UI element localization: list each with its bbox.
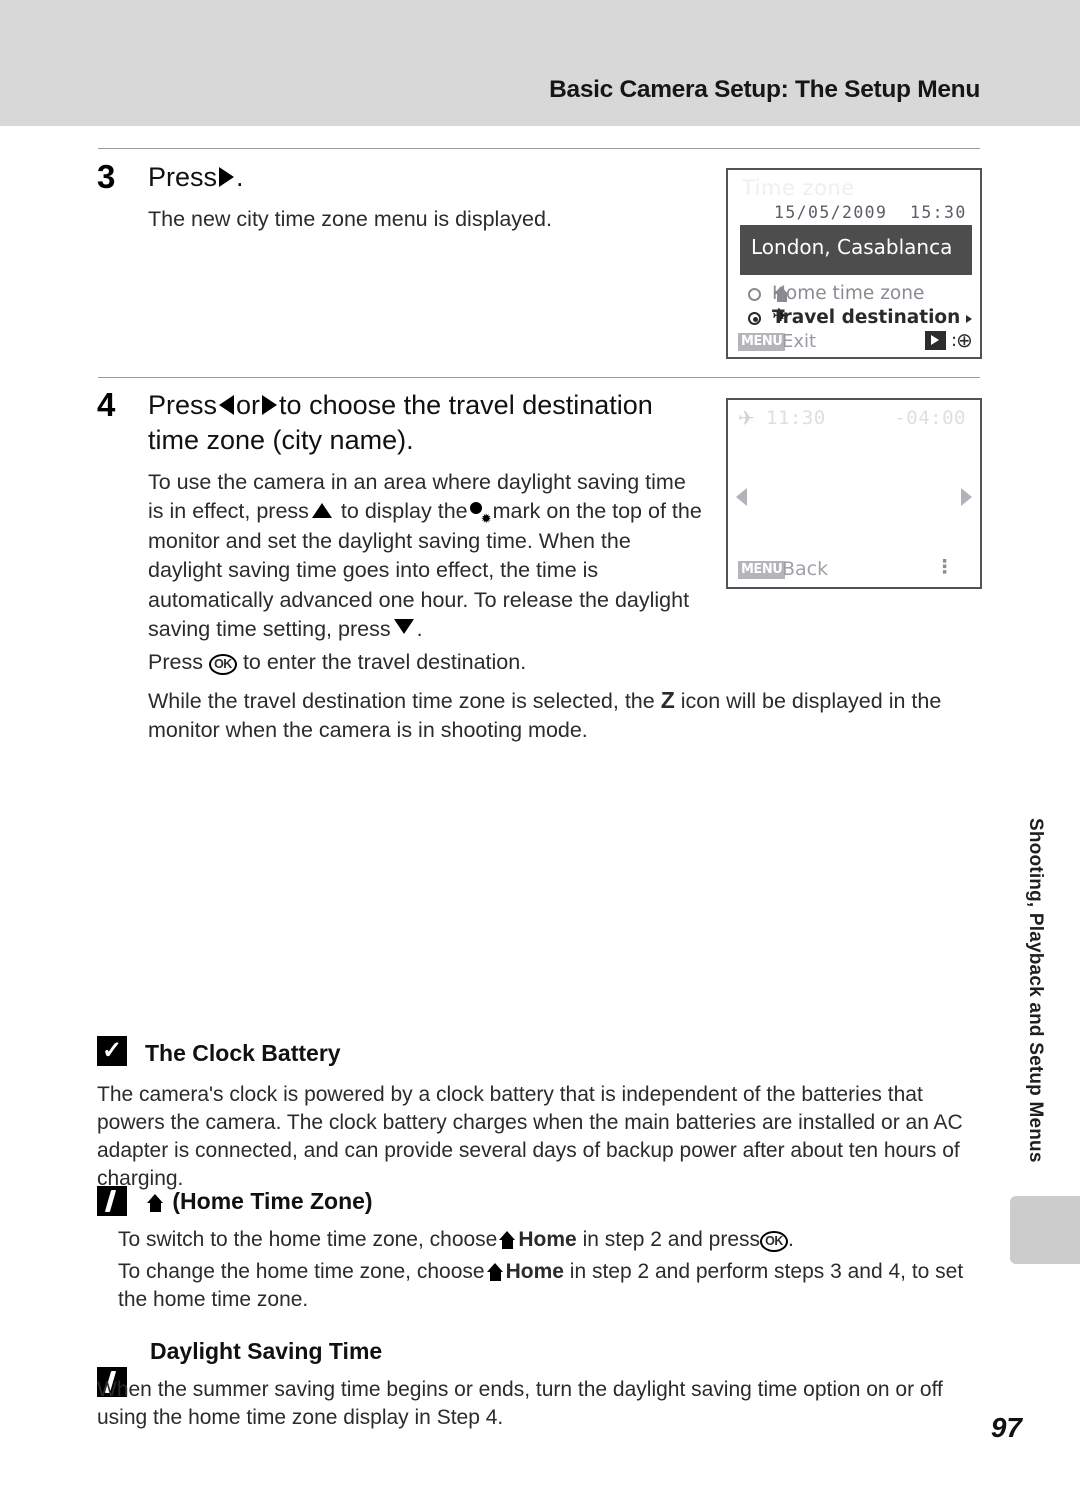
note-heading-home-time-zone-text: (Home Time Zone) [172,1188,373,1214]
lcd-title-time-zone: Time zone [742,176,855,200]
camera-screen-time-zone: Time zone 15/05/2009 15:30 London, Casab… [726,168,982,359]
ok-button-icon: OK [760,1231,789,1252]
rule-above-step-4 [98,377,980,378]
step-4-paragraph-1: To use the camera in an area where dayli… [148,468,704,644]
note2-l2-home: Home [505,1260,564,1283]
step-4-p2-a: Press [148,650,203,674]
step-4-paragraph-2: Press OK to enter the travel destination… [148,648,708,677]
checkmark-note-icon: ✓ [97,1036,127,1066]
right-arrow-icon [219,167,235,187]
step-4-p1-d: . [416,617,423,642]
lcd-local-time: 11:30 [766,407,826,429]
chapter-thumb-tab [1010,1196,1080,1264]
camera-screen-city-selection: ✈ 11:30 -04:00 MENU Back ⋮ [726,398,982,589]
step-3-title: Press. [148,160,244,195]
left-arrow-icon [219,395,235,415]
chapter-vertical-label: Shooting, Playback and Setup Menus [1025,818,1046,1163]
ok-button-icon: OK [208,654,237,675]
note2-l1-c: . [788,1228,794,1251]
note2-l2-a: To change the home time zone, choose [118,1260,485,1283]
lcd-city-name: London, Casablanca [751,235,953,259]
home-icon [486,1263,504,1281]
home-icon [147,1194,164,1212]
step-4-number: 4 [97,386,116,423]
globe-icon: ⊕ [956,328,973,352]
left-arrow-icon[interactable] [736,488,747,506]
step-3-title-prefix: Press [148,162,218,192]
page-header-band [0,0,1080,126]
lcd-exit-label: Exit [782,331,817,352]
pencil-note-icon [97,1186,127,1216]
step-4-title-part2: or [236,390,261,420]
step-4-paragraph-3: While the travel destination time zone i… [148,686,978,746]
note-body-clock-battery: The camera's clock is powered by a clock… [97,1083,963,1190]
step-4-p1-b: to display the [340,499,468,524]
menu-button-chip[interactable]: MENU [738,561,786,579]
note-heading-home-time-zone: (Home Time Zone) [145,1188,373,1215]
right-arrow-icon[interactable] [961,488,972,506]
chevron-right-icon [966,315,972,323]
radio-travel-destination[interactable] [748,312,761,325]
right-arrow-icon [262,395,278,415]
airplane-icon: ✈ [738,406,755,430]
lcd-datetime: 15/05/2009 15:30 [774,203,967,222]
step-3-description: The new city time zone menu is displayed… [148,207,552,231]
menu-button-chip[interactable]: MENU [738,333,786,351]
note2-l1-a: To switch to the home time zone, choose [118,1228,498,1251]
lcd-city-highlight-bar[interactable]: London, Casablanca [740,225,972,275]
page-number: 97 [990,1412,1022,1443]
step-3-number: 3 [97,158,116,195]
right-arrow-button-icon[interactable] [925,331,946,350]
down-arrow-icon [393,619,414,635]
note-heading-daylight-saving-time: Daylight Saving Time [150,1338,383,1364]
vertical-dots-icon: ⋮ [935,556,954,578]
note2-l1-b: in step 2 and press [582,1228,761,1251]
note-heading-clock-battery: The Clock Battery [145,1040,341,1066]
daylight-saving-icon [469,502,492,525]
step-4-title-part1: Press [148,390,218,420]
lcd-option-home-time-zone[interactable]: Home time zone [772,283,924,304]
rule-above-step-3 [98,148,980,149]
page-header-title: Basic Camera Setup: The Setup Menu [549,76,980,103]
up-arrow-icon [311,503,332,519]
lcd-option-travel-destination[interactable]: Travel destination [772,307,960,328]
radio-home-time-zone[interactable] [748,288,761,301]
travel-destination-symbol-icon: Z [660,687,675,713]
step-4-p2-b: to enter the travel destination. [242,650,527,674]
lcd-back-label: Back [782,558,829,580]
step-3-title-suffix: . [236,162,244,192]
step-4-p3-a: While the travel destination time zone i… [148,689,655,713]
note2-l1-home: Home [518,1228,577,1251]
lcd-utc-offset: -04:00 [894,407,966,429]
home-icon [499,1231,516,1249]
note-line-switch-home: To switch to the home time zone, choose H… [118,1226,980,1254]
step-4-title: Press or to choose the travel destination … [148,388,708,458]
note-body-daylight-saving-time: When the summer saving time begins or en… [97,1378,943,1429]
note-line-change-home: To change the home time zone, choose Home… [118,1258,980,1314]
